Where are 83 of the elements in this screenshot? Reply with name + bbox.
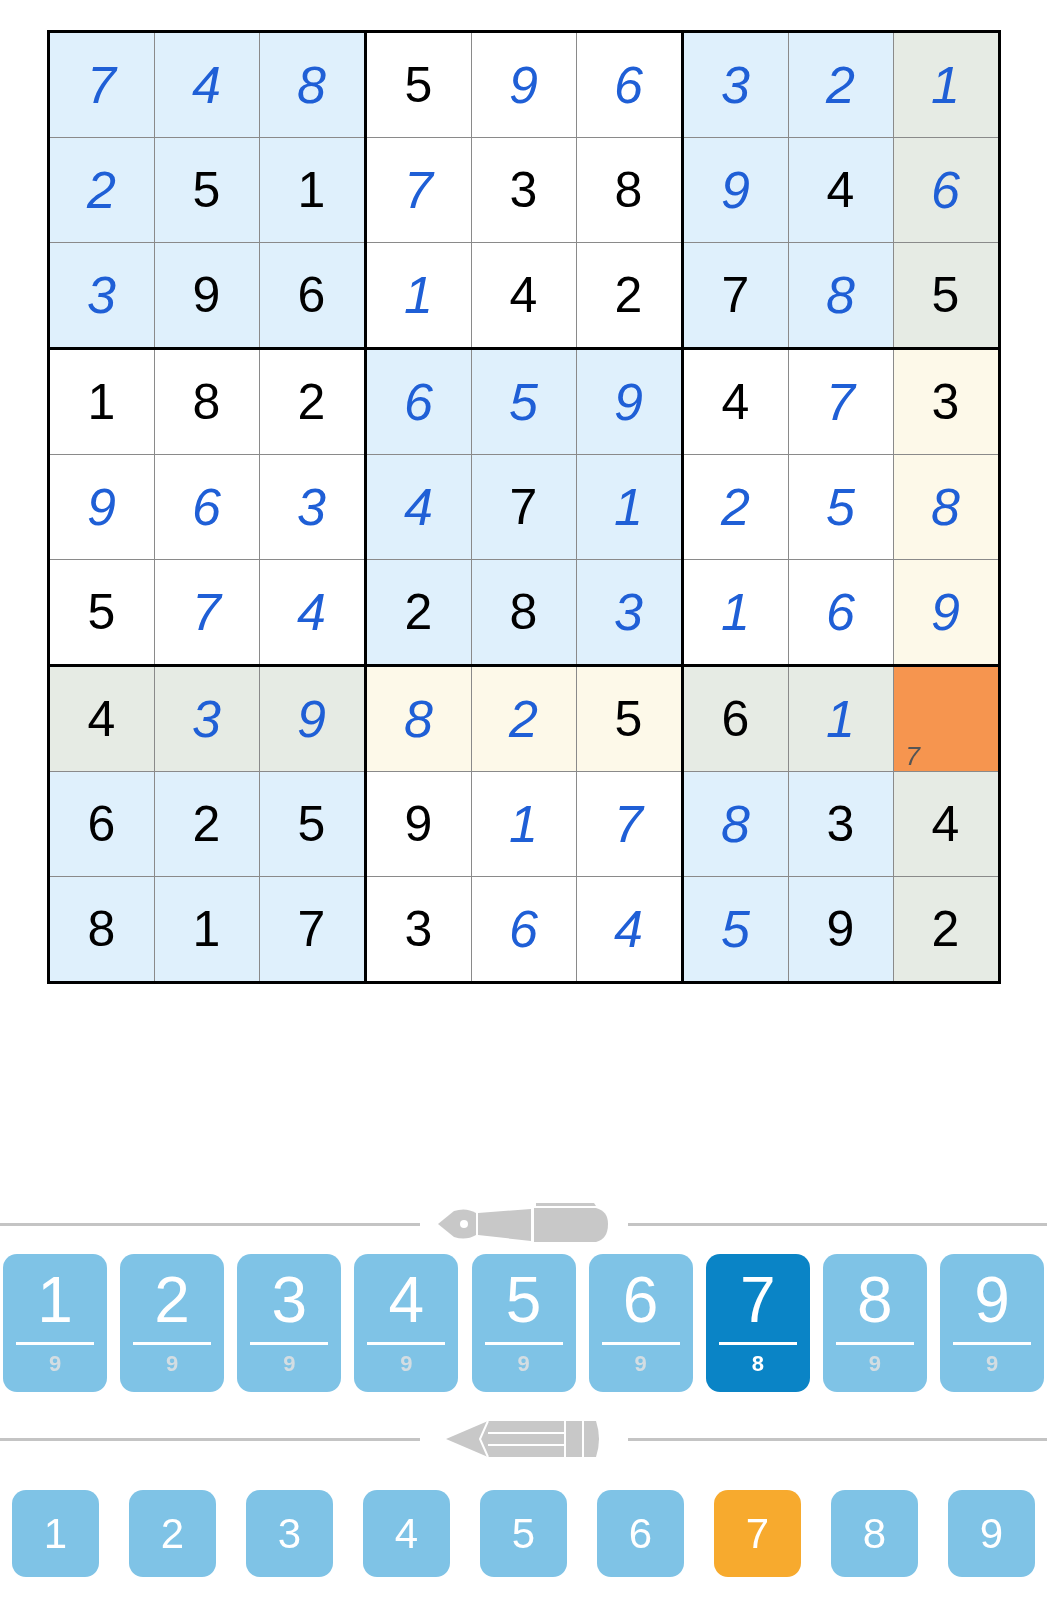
sudoku-cell[interactable]: 7 bbox=[471, 455, 576, 559]
sudoku-cell[interactable]: 9 bbox=[576, 350, 681, 454]
sudoku-cell[interactable]: 1 bbox=[366, 243, 471, 347]
sudoku-cell[interactable]: 6 bbox=[893, 138, 998, 242]
sudoku-cell[interactable]: 5 bbox=[49, 560, 154, 664]
sudoku-cell[interactable]: 7 bbox=[683, 243, 788, 347]
sudoku-cell[interactable]: 2 bbox=[576, 243, 681, 347]
sudoku-cell[interactable]: 6 bbox=[471, 877, 576, 981]
sudoku-cell[interactable]: 5 bbox=[683, 877, 788, 981]
sudoku-cell[interactable]: 9 bbox=[49, 455, 154, 559]
sudoku-cell[interactable]: 2 bbox=[49, 138, 154, 242]
sudoku-cell[interactable]: 1 bbox=[788, 667, 893, 771]
sudoku-cell[interactable]: 3 bbox=[259, 455, 364, 559]
sudoku-cell[interactable]: 7 bbox=[366, 138, 471, 242]
sudoku-cell[interactable]: 3 bbox=[154, 667, 259, 771]
sudoku-cell[interactable]: 9 bbox=[893, 560, 998, 664]
sudoku-cell[interactable]: 4 bbox=[788, 138, 893, 242]
sudoku-cell[interactable]: 8 bbox=[154, 350, 259, 454]
sudoku-cell[interactable]: 2 bbox=[893, 877, 998, 981]
sudoku-cell[interactable]: 8 bbox=[471, 560, 576, 664]
sudoku-cell[interactable]: 2 bbox=[154, 772, 259, 876]
sudoku-cell[interactable]: 5 bbox=[471, 350, 576, 454]
sudoku-cell[interactable]: 9 bbox=[683, 138, 788, 242]
sudoku-cell[interactable]: 3 bbox=[576, 560, 681, 664]
sudoku-cell[interactable]: 1 bbox=[49, 350, 154, 454]
sudoku-cell[interactable]: 9 bbox=[366, 772, 471, 876]
sudoku-cell[interactable]: 8 bbox=[893, 455, 998, 559]
sudoku-cell[interactable]: 4 bbox=[366, 455, 471, 559]
sudoku-cell[interactable]: 3 bbox=[366, 877, 471, 981]
sudoku-cell[interactable]: 2 bbox=[471, 667, 576, 771]
pencil-note: 7 bbox=[905, 743, 920, 769]
sudoku-cell[interactable]: 1 bbox=[683, 560, 788, 664]
sudoku-cell[interactable]: 4 bbox=[471, 243, 576, 347]
sudoku-cell[interactable]: 2 bbox=[788, 33, 893, 137]
sudoku-cell[interactable]: 5 bbox=[788, 455, 893, 559]
sudoku-cell[interactable]: 3 bbox=[49, 243, 154, 347]
digit-button[interactable]: 7 8 bbox=[705, 1254, 810, 1392]
sudoku-cell[interactable]: 5 bbox=[366, 33, 471, 137]
sudoku-cell[interactable]: 8 bbox=[49, 877, 154, 981]
sudoku-cell[interactable]: 1 bbox=[471, 772, 576, 876]
sudoku-cell[interactable]: 9 bbox=[154, 243, 259, 347]
sudoku-cell[interactable]: 9 bbox=[471, 33, 576, 137]
sudoku-cell[interactable]: 1 bbox=[893, 33, 998, 137]
sudoku-cell[interactable]: 5 bbox=[154, 138, 259, 242]
sudoku-cell[interactable]: 9 bbox=[788, 877, 893, 981]
sudoku-cell[interactable]: 6 bbox=[259, 243, 364, 347]
sudoku-cell[interactable]: 5 bbox=[893, 243, 998, 347]
sudoku-cell[interactable]: 8 bbox=[683, 772, 788, 876]
sudoku-cell[interactable]: 6 bbox=[683, 667, 788, 771]
sudoku-cell[interactable]: 8 bbox=[259, 33, 364, 137]
sudoku-cell[interactable]: 3 bbox=[471, 138, 576, 242]
sudoku-cell[interactable]: 4 bbox=[683, 350, 788, 454]
sudoku-cell[interactable]: 8 bbox=[576, 138, 681, 242]
sudoku-cell[interactable]: 6 bbox=[49, 772, 154, 876]
sudoku-cell[interactable]: 7 bbox=[788, 350, 893, 454]
sudoku-cell[interactable]: 7 bbox=[154, 560, 259, 664]
sudoku-cell[interactable]: 6 bbox=[788, 560, 893, 664]
sudoku-cell[interactable]: 3 bbox=[788, 772, 893, 876]
sudoku-cell[interactable]: 7 bbox=[893, 667, 998, 771]
sudoku-cell[interactable]: 5 bbox=[576, 667, 681, 771]
sudoku-cell[interactable]: 1 bbox=[576, 455, 681, 559]
sudoku-cell[interactable]: 2 bbox=[366, 560, 471, 664]
sudoku-cell[interactable]: 2 bbox=[259, 350, 364, 454]
sudoku-cell[interactable]: 1 bbox=[259, 138, 364, 242]
sudoku-cell[interactable]: 4 bbox=[49, 667, 154, 771]
sudoku-cell[interactable]: 2 bbox=[683, 455, 788, 559]
sudoku-cell[interactable]: 9 bbox=[259, 667, 364, 771]
sudoku-cell[interactable]: 4 bbox=[576, 877, 681, 981]
sudoku-cell[interactable]: 4 bbox=[259, 560, 364, 664]
sudoku-cell[interactable]: 3 bbox=[683, 33, 788, 137]
sudoku-cell[interactable]: 5 bbox=[259, 772, 364, 876]
sudoku-cell[interactable]: 7 bbox=[576, 772, 681, 876]
sudoku-cell[interactable]: 7 bbox=[259, 877, 364, 981]
sudoku-cell[interactable]: 7 bbox=[49, 33, 154, 137]
sudoku-cell[interactable]: 6 bbox=[366, 350, 471, 454]
sudoku-cell[interactable]: 1 bbox=[154, 877, 259, 981]
sudoku-cell[interactable]: 6 bbox=[154, 455, 259, 559]
sudoku-cell[interactable]: 8 bbox=[366, 667, 471, 771]
sudoku-cell[interactable]: 3 bbox=[893, 350, 998, 454]
sudoku-cell[interactable]: 4 bbox=[154, 33, 259, 137]
sudoku-cell[interactable]: 6 bbox=[576, 33, 681, 137]
sudoku-cell[interactable]: 4 bbox=[893, 772, 998, 876]
sudoku-cell[interactable]: 8 bbox=[788, 243, 893, 347]
